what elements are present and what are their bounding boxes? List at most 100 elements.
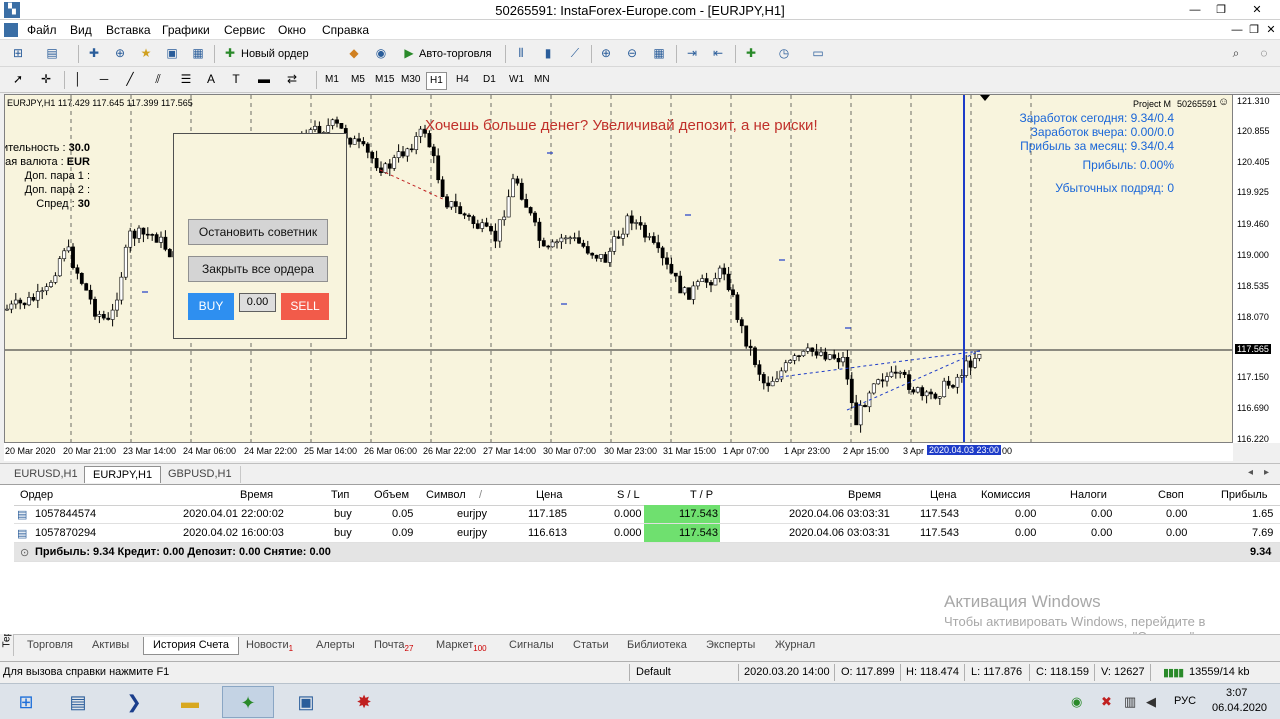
time-axis[interactable]: 20 Mar 2020 20 Mar 21:00 23 Mar 14:00 24… [4, 443, 1233, 461]
timeframe-mn[interactable]: MN [531, 72, 553, 88]
crosshair-icon[interactable]: ✛ [38, 71, 54, 87]
signals-icon[interactable]: ◉ [373, 45, 389, 61]
menu-file[interactable]: Файл [27, 23, 57, 37]
clock-date[interactable]: 06.04.2020 [1212, 702, 1267, 714]
autoscroll-icon[interactable]: ⇥ [684, 45, 700, 61]
col-symbol[interactable]: Символ [426, 489, 466, 501]
terminal-icon[interactable]: ▣ [164, 45, 180, 61]
tab-eurjpy[interactable]: EURJPY,H1 [84, 466, 162, 483]
table-row[interactable]: ▤ 1057870294 2020.04.02 16:00:03 buy 0.0… [14, 524, 1280, 543]
fibonacci-icon[interactable]: ☰ [178, 71, 194, 87]
network-icon[interactable]: ◉ [1071, 694, 1082, 710]
equidistant-channel-icon[interactable]: ⫽ [150, 71, 166, 87]
tab-news[interactable]: Новости1 [237, 637, 302, 655]
autotrading-icon[interactable]: ▶ [401, 45, 417, 61]
search-icon[interactable]: ⌕ [1228, 45, 1244, 61]
zoom-out-icon[interactable]: ⊖ [624, 45, 640, 61]
menu-insert[interactable]: Вставка [106, 23, 151, 37]
tab-library[interactable]: Библиотека [618, 637, 696, 655]
timeframe-d1[interactable]: D1 [480, 72, 499, 88]
arrows-icon[interactable]: ⇄ [284, 71, 300, 87]
price-axis[interactable]: 121.310 120.855 120.405 119.925 119.460 … [1233, 94, 1280, 444]
timeframe-w1[interactable]: W1 [506, 72, 527, 88]
tray-network-icon[interactable]: ▥ [1124, 694, 1136, 710]
timeframe-m5[interactable]: M5 [348, 72, 368, 88]
menu-charts[interactable]: Графики [162, 23, 210, 37]
sell-button[interactable]: SELL [281, 293, 329, 320]
timeframe-h4[interactable]: H4 [453, 72, 472, 88]
file-explorer-icon[interactable]: ▬ [164, 686, 216, 718]
tab-trade[interactable]: Торговля [18, 637, 82, 655]
tab-eurusd[interactable]: EURUSD,H1 [6, 466, 87, 483]
stop-advisor-button[interactable]: Остановить советник [188, 219, 328, 245]
server-manager-icon[interactable]: ▤ [52, 686, 104, 718]
timeframe-h1[interactable]: H1 [426, 72, 447, 90]
cursor-icon[interactable]: ➚ [10, 71, 26, 87]
volume-icon[interactable]: ✖ [1101, 694, 1112, 710]
tab-signals[interactable]: Сигналы [500, 637, 563, 655]
powershell-icon[interactable]: ❯ [108, 686, 160, 718]
close-all-orders-button[interactable]: Закрыть все ордера [188, 256, 328, 282]
col-profit[interactable]: Прибыль [1221, 489, 1268, 501]
tab-gbpusd[interactable]: GBPUSD,H1 [160, 466, 241, 483]
col-tp[interactable]: T / P [690, 489, 713, 501]
vertical-line-icon[interactable]: │ [70, 71, 86, 87]
chart-shift-icon[interactable]: ⇤ [710, 45, 726, 61]
col-type[interactable]: Тип [331, 489, 349, 501]
col-swap[interactable]: Своп [1158, 489, 1184, 501]
new-chart-icon[interactable]: ⊞ [10, 45, 26, 61]
line-chart-icon[interactable]: ⟋ [567, 45, 583, 61]
minimize-button[interactable]: — [1184, 2, 1206, 18]
profiles-icon[interactable]: ▤ [44, 45, 60, 61]
menu-window[interactable]: Окно [278, 23, 306, 37]
instaforex-icon[interactable]: ✸ [338, 686, 390, 718]
col-close-time[interactable]: Время [848, 489, 881, 501]
tab-mailbox[interactable]: Почта27 [365, 637, 422, 655]
close-button[interactable]: ✕ [1238, 2, 1276, 18]
maximize-button[interactable]: ❐ [1210, 2, 1232, 18]
navigator-icon[interactable]: ★ [138, 45, 154, 61]
tab-journal[interactable]: Журнал [766, 637, 824, 655]
tile-windows-icon[interactable]: ▦ [651, 45, 667, 61]
autotrading-button[interactable]: Авто-торговля [419, 45, 492, 63]
summary-row[interactable]: ⊙ Прибыль: 9.34 Кредит: 0.00 Депозит: 0.… [14, 543, 1280, 562]
tab-alerts[interactable]: Алерты [307, 637, 364, 655]
col-order[interactable]: Ордер [20, 489, 53, 501]
menu-help[interactable]: Справка [322, 23, 369, 37]
metatrader-taskbar-icon[interactable]: ✦ [222, 686, 274, 718]
menu-tools[interactable]: Сервис [224, 23, 265, 37]
timeframe-m30[interactable]: M30 [398, 72, 423, 88]
col-taxes[interactable]: Налоги [1070, 489, 1107, 501]
data-window-icon[interactable]: ⊕ [112, 45, 128, 61]
timeframe-m1[interactable]: M1 [322, 72, 342, 88]
col-volume[interactable]: Объем [374, 489, 409, 501]
tabs-scroll-right-icon[interactable]: ▸ [1264, 467, 1269, 478]
clock-time[interactable]: 3:07 [1226, 687, 1247, 699]
bar-chart-icon[interactable]: ⫴ [513, 45, 529, 61]
horizontal-line-icon[interactable]: ─ [96, 71, 112, 87]
tab-account-history[interactable]: История Счета [143, 637, 240, 655]
text-label-icon[interactable]: T [228, 71, 244, 87]
indicators-icon[interactable]: ✚ [743, 45, 759, 61]
new-order-button[interactable]: Новый ордер [241, 45, 309, 63]
text-icon[interactable]: A [203, 71, 219, 87]
zoom-in-icon[interactable]: ⊕ [598, 45, 614, 61]
col-commission[interactable]: Комиссия [981, 489, 1030, 501]
table-row[interactable]: ▤ 1057844574 2020.04.01 22:00:02 buy 0.0… [14, 505, 1280, 524]
col-sl[interactable]: S / L [617, 489, 640, 501]
lot-input[interactable]: 0.00 [239, 293, 276, 312]
trendline-icon[interactable]: ╱ [122, 71, 138, 87]
tab-market[interactable]: Маркет100 [427, 637, 496, 655]
start-button[interactable]: ⊞ [0, 686, 52, 718]
tab-articles[interactable]: Статьи [564, 637, 618, 655]
chat-icon[interactable]: ◌ [1256, 45, 1272, 61]
periods-icon[interactable]: ◷ [776, 45, 792, 61]
status-profile[interactable]: Default [636, 666, 671, 678]
tab-assets[interactable]: Активы [83, 637, 138, 655]
metatrader2-taskbar-icon[interactable]: ▣ [280, 686, 332, 718]
col-price[interactable]: Цена [536, 489, 562, 501]
child-window-icon[interactable] [4, 23, 18, 37]
timeframe-m15[interactable]: M15 [372, 72, 397, 88]
buy-button[interactable]: BUY [188, 293, 234, 320]
new-order-icon[interactable]: ✚ [222, 45, 238, 61]
